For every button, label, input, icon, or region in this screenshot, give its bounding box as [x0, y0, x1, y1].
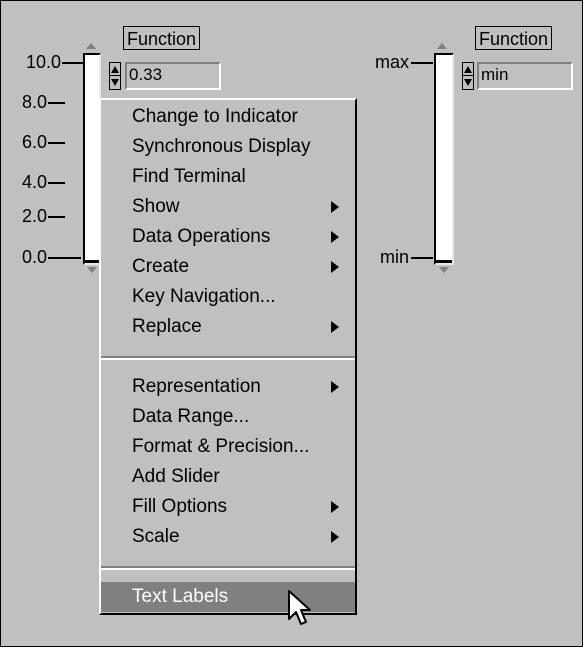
slider-down-arrow-icon[interactable]	[87, 267, 97, 273]
menu-item-text-labels[interactable]: Text Labels	[101, 582, 355, 612]
slider-down-arrow-icon[interactable]	[439, 267, 449, 273]
context-menu: Change to Indicator Synchronous Display …	[99, 98, 357, 615]
increment-arrow-icon[interactable]	[111, 66, 119, 73]
menu-item-replace[interactable]: Replace	[101, 312, 355, 342]
menu-item-find-terminal[interactable]: Find Terminal	[101, 162, 355, 192]
menu-item-key-navigation[interactable]: Key Navigation...	[101, 282, 355, 312]
menu-item-synchronous-display[interactable]: Synchronous Display	[101, 132, 355, 162]
right-slider-track[interactable]	[434, 53, 454, 265]
menu-item-create[interactable]: Create	[101, 252, 355, 282]
scale-tick	[48, 182, 65, 184]
scale-tick	[411, 62, 433, 64]
menu-item-data-range[interactable]: Data Range...	[101, 402, 355, 432]
scale-label-6: 6.0	[21, 132, 47, 152]
right-slider-fill	[436, 260, 452, 263]
submenu-arrow-icon	[331, 321, 339, 333]
scale-tick	[48, 142, 65, 144]
increment-arrow-icon[interactable]	[464, 66, 472, 73]
submenu-arrow-icon	[331, 201, 339, 213]
right-value-field[interactable]: min	[477, 62, 573, 90]
left-value-field[interactable]: 0.33	[125, 62, 221, 90]
left-function-label[interactable]: Function	[123, 26, 201, 50]
scale-tick	[62, 62, 83, 64]
left-slider-fill	[85, 260, 99, 263]
menu-item-representation[interactable]: Representation	[101, 372, 355, 402]
decrement-arrow-icon[interactable]	[464, 79, 472, 86]
menu-item-change-to-indicator[interactable]: Change to Indicator	[101, 102, 355, 132]
submenu-arrow-icon	[331, 231, 339, 243]
scale-label-4: 4.0	[21, 172, 47, 192]
scale-label-min: min	[379, 247, 409, 267]
scale-label-0: 0.0	[21, 247, 47, 267]
scale-label-10: 10.0	[25, 52, 61, 72]
menu-item-data-operations[interactable]: Data Operations	[101, 222, 355, 252]
menu-item-scale[interactable]: Scale	[101, 522, 355, 552]
decrement-arrow-icon[interactable]	[111, 79, 119, 86]
menu-item-show[interactable]: Show	[101, 192, 355, 222]
submenu-arrow-icon	[331, 501, 339, 513]
front-panel: Function 10.0 8.0 6.0 4.0 2.0 0.0 0.33 F…	[0, 0, 583, 647]
slider-up-arrow-icon[interactable]	[86, 43, 96, 49]
scale-tick	[48, 216, 65, 218]
scale-label-8: 8.0	[21, 92, 47, 112]
menu-item-fill-options[interactable]: Fill Options	[101, 492, 355, 522]
scale-label-2: 2.0	[21, 206, 47, 226]
scale-tick	[411, 257, 433, 259]
submenu-arrow-icon	[331, 261, 339, 273]
submenu-arrow-icon	[331, 381, 339, 393]
menu-item-format-precision[interactable]: Format & Precision...	[101, 432, 355, 462]
scale-tick	[48, 102, 65, 104]
scale-label-max: max	[375, 52, 410, 72]
right-spin-buttons[interactable]	[462, 62, 474, 90]
right-function-label[interactable]: Function	[475, 26, 553, 50]
submenu-arrow-icon	[331, 531, 339, 543]
mouse-pointer-icon	[288, 590, 311, 625]
menu-item-add-slider[interactable]: Add Slider	[101, 462, 355, 492]
scale-tick	[48, 257, 81, 259]
menu-separator	[101, 566, 355, 570]
slider-up-arrow-icon[interactable]	[437, 43, 447, 49]
menu-separator	[101, 356, 355, 360]
left-spin-buttons[interactable]	[109, 62, 121, 90]
